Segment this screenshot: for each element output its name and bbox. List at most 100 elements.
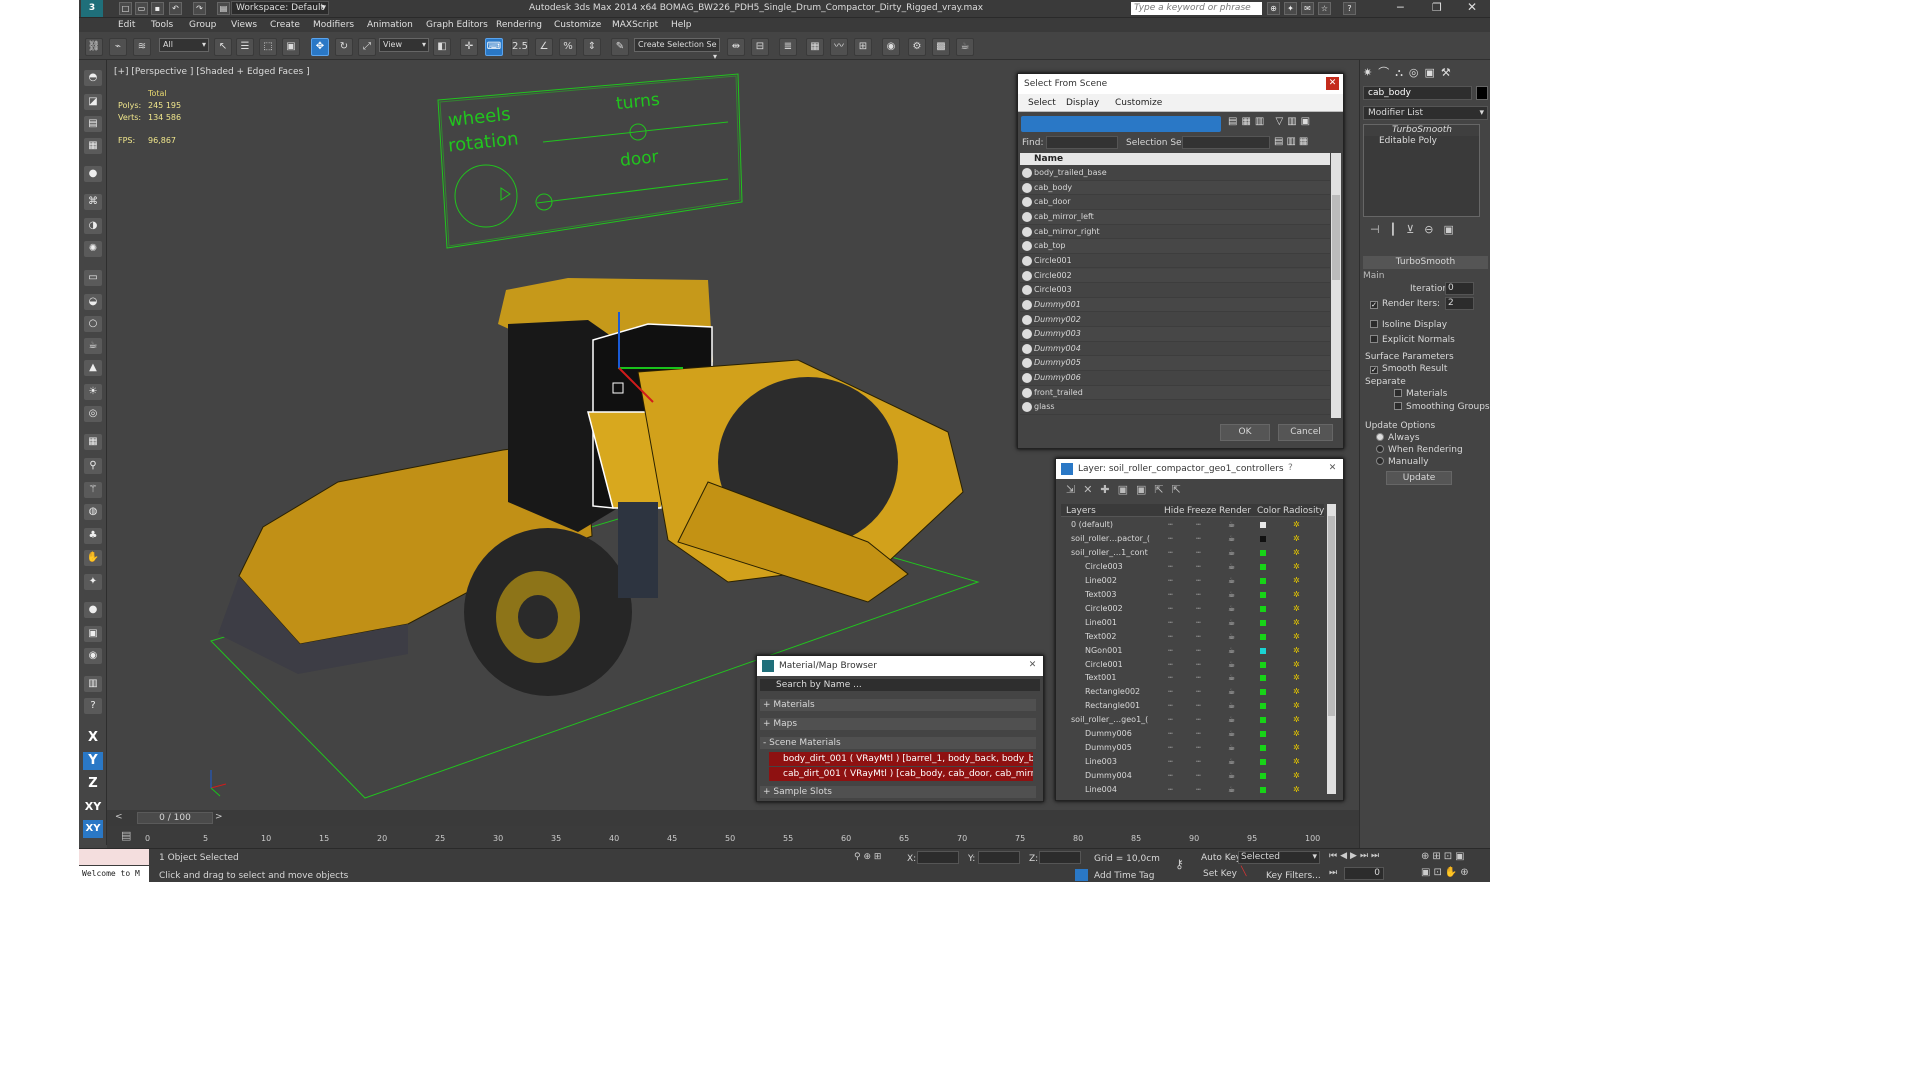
explicit-normals-row[interactable]: Explicit Normals: [1370, 335, 1455, 345]
render-teapot-icon[interactable]: ☕: [1228, 560, 1235, 573]
axis-xy-plane-icon[interactable]: XY: [83, 820, 103, 838]
find-input[interactable]: [1046, 136, 1118, 149]
scene-list-item[interactable]: Dummy003: [1020, 327, 1330, 342]
axis-z-icon[interactable]: Z: [83, 775, 103, 793]
render-teapot-icon[interactable]: ☕: [1228, 658, 1235, 671]
render-teapot-icon[interactable]: ☕: [1228, 602, 1235, 615]
freeze-toggle[interactable]: ┅: [1196, 518, 1201, 531]
materials-row[interactable]: Materials: [1394, 389, 1447, 399]
save-icon[interactable]: ▪: [151, 2, 164, 15]
scene-list-item[interactable]: cab_top: [1020, 239, 1330, 254]
key-mode-icon[interactable]: ⚷: [1175, 857, 1184, 871]
command-panel-tabs[interactable]: ✷⌒⛬◎▣⚒: [1363, 64, 1488, 80]
freeze-toggle[interactable]: ┅: [1196, 616, 1201, 629]
render-teapot-icon[interactable]: ☕: [1228, 769, 1235, 782]
keyboard-shortcut-override-icon[interactable]: ⌨: [485, 38, 503, 56]
scene-list-item[interactable]: Circle002: [1020, 268, 1330, 284]
layer-toolbar[interactable]: ⇲✕✚▣▣⇱⇱: [1066, 483, 1189, 496]
update-always-radio[interactable]: Always: [1376, 433, 1420, 443]
update-manually-radio[interactable]: Manually: [1376, 457, 1429, 467]
layer-row[interactable]: Dummy006 ┅ ┅ ☕ ✲: [1061, 727, 1324, 741]
hide-toggle[interactable]: ┅: [1168, 616, 1173, 629]
display-icon[interactable]: ▣: [84, 626, 102, 642]
minimize-icon[interactable]: ─: [1397, 1, 1404, 14]
selection-set-dropdown[interactable]: [1182, 136, 1270, 149]
snaps-toggle-icon[interactable]: 2.5: [511, 38, 529, 56]
help-icon[interactable]: ?: [1343, 2, 1356, 15]
grid-icon[interactable]: ▦: [84, 434, 102, 450]
radiosity-icon[interactable]: ✲: [1293, 713, 1300, 726]
hide-toggle[interactable]: ┅: [1168, 602, 1173, 615]
render-teapot-icon[interactable]: ☕: [1228, 518, 1235, 531]
time-slider-thumb[interactable]: 0 / 100: [137, 812, 213, 824]
radiosity-icon[interactable]: ✲: [1293, 546, 1300, 559]
time-tag-icon[interactable]: [1075, 869, 1088, 881]
radiosity-icon[interactable]: ✲: [1293, 644, 1300, 657]
layer-row[interactable]: Circle001 ┅ ┅ ☕ ✲: [1061, 658, 1324, 672]
layer-color-swatch[interactable]: [1260, 745, 1266, 752]
layer-manager-icon[interactable]: ≣: [779, 38, 797, 56]
render-sphere-icon[interactable]: ●: [84, 602, 102, 618]
layer-row[interactable]: Text002 ┅ ┅ ☕ ✲: [1061, 630, 1324, 644]
render-iters-row[interactable]: ✓ Render Iters:: [1370, 299, 1440, 309]
curve-editor-icon[interactable]: 〰: [830, 38, 848, 56]
layer-row[interactable]: Line003 ┅ ┅ ☕ ✲: [1061, 755, 1324, 769]
create-cameras-icon[interactable]: ▦: [84, 138, 102, 154]
communication-icon[interactable]: ✉: [1301, 2, 1314, 15]
schematic-view-icon[interactable]: ⊞: [854, 38, 872, 56]
reference-coord-dropdown[interactable]: View ▾: [379, 38, 429, 52]
sphere-icon[interactable]: ○: [84, 316, 102, 332]
percent-snap-icon[interactable]: %: [559, 38, 577, 56]
scene-list-item[interactable]: Dummy002: [1020, 312, 1330, 328]
freeze-toggle[interactable]: ┅: [1196, 713, 1201, 726]
torus-icon[interactable]: ◎: [84, 406, 102, 422]
layer-color-swatch[interactable]: [1260, 647, 1266, 654]
menu-views[interactable]: Views: [231, 20, 257, 30]
hide-toggle[interactable]: ┅: [1168, 713, 1173, 726]
object-name-input[interactable]: cab_body: [1363, 86, 1472, 100]
update-when-rendering-radio[interactable]: When Rendering: [1376, 445, 1463, 455]
material-entry[interactable]: cab_dirt_001 ( VRayMtl ) [cab_body, cab_…: [769, 767, 1033, 781]
col-hide[interactable]: Hide: [1164, 506, 1185, 516]
layer-color-swatch[interactable]: [1260, 522, 1266, 528]
layer-row[interactable]: Circle002 ┅ ┅ ☕ ✲: [1061, 602, 1324, 616]
update-button[interactable]: Update: [1386, 471, 1452, 485]
material-entry[interactable]: body_dirt_001 ( VRayMtl ) [barrel_1, bod…: [769, 752, 1033, 766]
hide-toggle[interactable]: ┅: [1168, 546, 1173, 559]
layer-row[interactable]: soil_roller…pactor_(┅ ┅ ☕ ✲: [1061, 532, 1324, 546]
col-radiosity[interactable]: Radiosity: [1283, 506, 1324, 516]
hide-toggle[interactable]: ┅: [1168, 685, 1173, 698]
project-folder-icon[interactable]: ▤: [217, 2, 230, 15]
layer-color-swatch[interactable]: [1260, 605, 1266, 612]
render-teapot-icon[interactable]: ☕: [1228, 699, 1235, 712]
render-teapot-icon[interactable]: ☕: [1228, 741, 1235, 754]
layer-row[interactable]: Line002 ┅ ┅ ☕ ✲: [1061, 574, 1324, 588]
freeze-toggle[interactable]: ┅: [1196, 658, 1201, 671]
scene-list-item[interactable]: Circle003: [1020, 283, 1330, 298]
mini-curve-editor-icon[interactable]: ▤: [121, 829, 131, 842]
freeze-toggle[interactable]: ┅: [1196, 769, 1201, 782]
menu-rendering[interactable]: Rendering: [496, 20, 542, 30]
key-filters-button[interactable]: Key Filters...: [1266, 871, 1321, 881]
create-shapes-icon[interactable]: ◪: [84, 94, 102, 110]
render-teapot-icon[interactable]: ☕: [1228, 630, 1235, 643]
cone-icon[interactable]: ▲: [84, 360, 102, 376]
key-selection-dropdown[interactable]: Selected ▾: [1238, 851, 1320, 864]
hide-toggle[interactable]: ┅: [1168, 588, 1173, 601]
app-logo-icon[interactable]: 3: [81, 0, 103, 17]
radiosity-icon[interactable]: ✲: [1293, 755, 1300, 768]
axis-xy-icon[interactable]: XY: [83, 798, 103, 816]
link-helper-icon[interactable]: ⚲: [84, 458, 102, 474]
stack-item-turbosmooth[interactable]: TurboSmooth: [1364, 125, 1479, 136]
unlink-icon[interactable]: ⌁: [109, 38, 127, 56]
menu-help[interactable]: Help: [671, 20, 692, 30]
scene-list-item[interactable]: Dummy004: [1020, 341, 1330, 357]
maxscript-listener-input[interactable]: Welcome to M: [79, 866, 149, 882]
scene-list-item[interactable]: body_trailed_base: [1020, 166, 1330, 181]
render-teapot-icon[interactable]: ☕: [1228, 532, 1235, 545]
close-icon[interactable]: ✕: [1026, 659, 1039, 672]
freeze-toggle[interactable]: ┅: [1196, 741, 1201, 754]
scene-list-item[interactable]: Dummy005: [1020, 356, 1330, 372]
named-selection-set-dropdown[interactable]: Create Selection Se ▾: [634, 38, 720, 61]
scene-list-item[interactable]: cab_door: [1020, 195, 1330, 210]
